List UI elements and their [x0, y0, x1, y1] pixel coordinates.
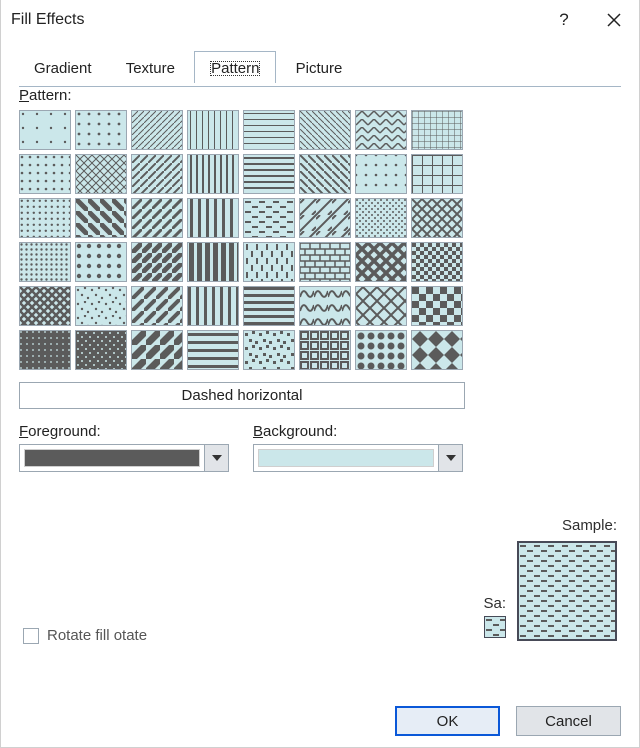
dialog-footer: OK Cancel	[1, 695, 639, 747]
pattern-swatch-stripes-v-md[interactable]	[187, 154, 239, 194]
sample-preview-small	[484, 616, 506, 638]
pattern-swatch-balls[interactable]	[355, 330, 407, 370]
pattern-swatch-diag-rt-lt[interactable]	[299, 110, 351, 150]
pattern-swatch-dashed-v[interactable]	[243, 242, 295, 282]
pattern-swatch-dots-scatter[interactable]	[75, 286, 127, 326]
pattern-swatch-stripes-v-bold[interactable]	[187, 242, 239, 282]
pattern-swatch-diag-lt-md[interactable]	[131, 154, 183, 194]
pattern-swatch-diag-rt-thick[interactable]	[75, 198, 127, 238]
tab-picture[interactable]: Picture	[281, 53, 358, 83]
dialog-title: Fill Effects	[11, 11, 85, 29]
pattern-swatch-chevron[interactable]	[355, 110, 407, 150]
dialog-body: Pattern: Dashed horizontal Foreground: B…	[19, 87, 621, 695]
pattern-swatch-dark-1[interactable]	[19, 330, 71, 370]
pattern-swatch-dots-5[interactable]	[19, 110, 71, 150]
pattern-swatch-diag-lt-alt[interactable]	[131, 286, 183, 326]
tabs: Gradient Texture Pattern Picture	[19, 50, 621, 87]
color-pickers: Foreground: Background:	[19, 423, 621, 472]
cancel-button[interactable]: Cancel	[516, 706, 621, 736]
background-label: Background:	[253, 423, 463, 440]
help-button[interactable]: ?	[539, 0, 589, 40]
pattern-swatch-dots-40[interactable]	[19, 242, 71, 282]
pattern-swatch-cross-hatch-lt[interactable]	[75, 154, 127, 194]
background-swatch	[258, 449, 434, 467]
pattern-swatch-checker-md[interactable]	[411, 286, 463, 326]
pattern-swatch-grid-md[interactable]	[411, 154, 463, 194]
pattern-swatch-stripes-h-lt[interactable]	[243, 110, 295, 150]
pattern-swatch-stripes-h-alt[interactable]	[243, 286, 295, 326]
close-button[interactable]	[589, 0, 639, 40]
pattern-swatch-dots-10[interactable]	[75, 110, 127, 150]
pattern-swatch-diag-brick[interactable]	[299, 198, 351, 238]
tab-gradient[interactable]: Gradient	[19, 53, 107, 83]
pattern-swatch-stripes-h-md[interactable]	[243, 154, 295, 194]
pattern-swatch-cross-hatch-bold[interactable]	[19, 286, 71, 326]
pattern-swatch-stripes-v-alt[interactable]	[187, 286, 239, 326]
pattern-swatch-stripes-v-thick[interactable]	[187, 198, 239, 238]
pattern-swatch-dots-20[interactable]	[19, 154, 71, 194]
sample-preview	[517, 541, 617, 641]
pattern-swatch-boxes[interactable]	[299, 330, 351, 370]
rotate-fill-checkbox[interactable]	[23, 628, 39, 644]
pattern-swatch-diag-lt-bold[interactable]	[131, 242, 183, 282]
pattern-swatch-confetti[interactable]	[243, 330, 295, 370]
pattern-swatch-tumble[interactable]	[299, 286, 351, 326]
pattern-swatch-diamond-outline[interactable]	[355, 286, 407, 326]
close-icon	[607, 13, 621, 27]
pattern-swatch-diag-cross-bold[interactable]	[355, 242, 407, 282]
foreground-combo[interactable]	[19, 444, 229, 472]
tab-pattern[interactable]: Pattern	[194, 51, 276, 83]
pattern-swatch-diamond-solid[interactable]	[411, 330, 463, 370]
pattern-swatch-diag-lt-lt[interactable]	[131, 110, 183, 150]
rotate-fill-row: Rotate fill otate	[23, 627, 147, 644]
fill-effects-dialog: Fill Effects ? Gradient Texture Pattern …	[0, 0, 640, 748]
pattern-swatch-diag-lt-thick[interactable]	[131, 198, 183, 238]
selected-pattern-name: Dashed horizontal	[19, 382, 465, 409]
sample-label: Sample:	[562, 517, 617, 534]
tab-texture[interactable]: Texture	[111, 53, 190, 83]
rotate-fill-label: Rotate fill otate	[47, 627, 147, 644]
pattern-swatch-grid-dots[interactable]	[355, 154, 407, 194]
ok-button[interactable]: OK	[395, 706, 500, 736]
foreground-label: Foreground:	[19, 423, 229, 440]
pattern-label: Pattern:	[19, 87, 621, 104]
pattern-swatch-dark-2[interactable]	[75, 330, 127, 370]
pattern-swatch-diag-rt-md[interactable]	[299, 154, 351, 194]
pattern-swatch-grid-fine[interactable]	[411, 110, 463, 150]
pattern-swatch-stripes-v-lt[interactable]	[187, 110, 239, 150]
pattern-swatch-dots-lg[interactable]	[75, 242, 127, 282]
pattern-swatch-brick[interactable]	[299, 242, 351, 282]
titlebar: Fill Effects ?	[1, 0, 639, 40]
pattern-swatch-h-bars[interactable]	[187, 330, 239, 370]
background-combo[interactable]	[253, 444, 463, 472]
chevron-down-icon	[204, 445, 228, 471]
chevron-down-icon	[438, 445, 462, 471]
pattern-swatch-diag-cross[interactable]	[411, 198, 463, 238]
sample-mini-label: Sa:	[483, 595, 506, 612]
pattern-swatch-dots-tight[interactable]	[355, 198, 407, 238]
pattern-swatch-dots-30[interactable]	[19, 198, 71, 238]
pattern-swatch-diag-soft[interactable]	[131, 330, 183, 370]
pattern-swatch-checker-sm[interactable]	[411, 242, 463, 282]
pattern-grid	[19, 110, 621, 370]
pattern-swatch-dashed-h[interactable]	[243, 198, 295, 238]
foreground-swatch	[24, 449, 200, 467]
